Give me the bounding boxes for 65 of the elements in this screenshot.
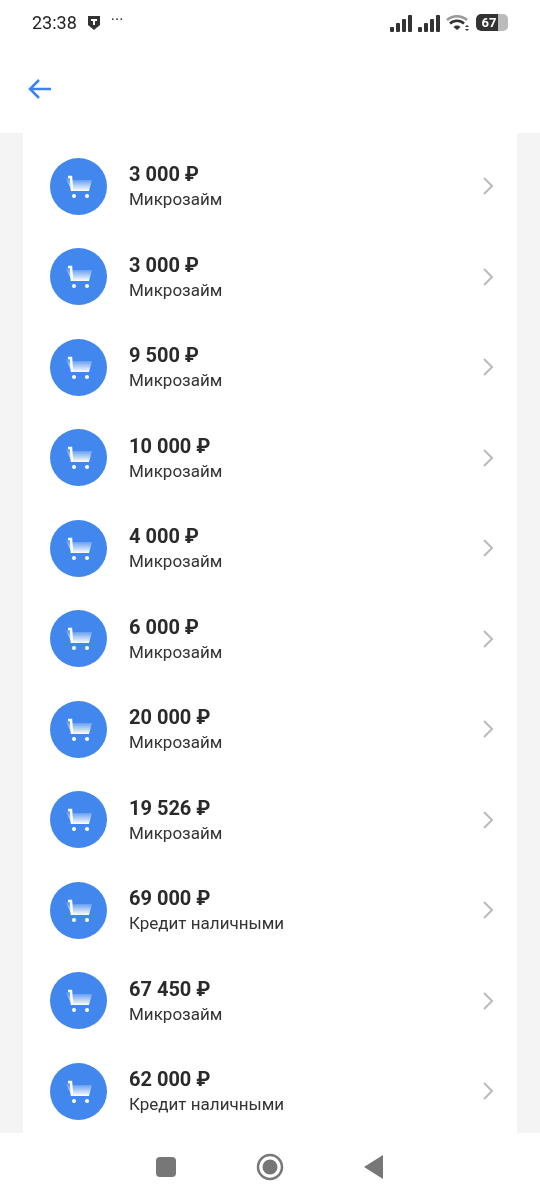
loan-amount: 10 000 ₽ [129,432,212,459]
cart-icon [50,429,107,487]
loan-amount: 6 000 ₽ [129,613,200,640]
cart-icon [50,700,107,758]
cart-icon [50,519,107,577]
loan-amount: 69 000 ₽ [129,885,212,912]
loan-type: Микрозайм [129,369,224,393]
cart-icon [50,972,107,1030]
status-time: 23:38 [32,11,77,35]
chevron-right-icon [483,901,493,920]
loan-amount: 3 000 ₽ [129,161,200,188]
cart-icon [50,248,107,306]
chevron-right-icon [483,810,493,829]
shield-icon [86,14,101,31]
loan-type: Микрозайм [129,550,224,574]
loan-row[interactable]: 19 526 ₽ Микрозайм [23,774,517,865]
cart-icon [50,157,107,215]
loan-amount: 20 000 ₽ [129,704,212,731]
cart-icon [50,881,107,939]
chevron-right-icon [483,539,493,558]
loan-type: Микрозайм [129,640,224,664]
loan-type: Микрозайм [129,459,224,483]
loan-type: Микрозайм [129,1002,224,1026]
loan-row[interactable]: 67 450 ₽ Микрозайм [23,955,517,1046]
loan-row[interactable]: 20 000 ₽ Микрозайм [23,684,517,775]
chevron-right-icon [483,358,493,377]
loan-amount: 9 500 ₽ [129,342,200,369]
cart-icon [50,791,107,849]
loan-row[interactable]: 3 000 ₽ Микрозайм [23,231,517,322]
chevron-right-icon [483,267,493,286]
signal-icon [418,13,440,32]
loan-row[interactable]: 4 000 ₽ Микрозайм [23,503,517,594]
signal-icon [390,13,412,32]
chevron-right-icon [483,177,493,196]
loan-amount: 62 000 ₽ [129,1066,212,1093]
battery-level: 67 [480,16,497,29]
chevron-right-icon [483,629,493,648]
loan-row[interactable]: 10 000 ₽ Микрозайм [23,412,517,503]
loan-type: Микрозайм [129,278,224,302]
cart-icon [50,610,107,668]
loan-type: Микрозайм [129,821,224,845]
cart-icon [50,1062,107,1120]
wifi-icon [446,13,470,32]
loan-type: Кредит наличными [129,1093,286,1117]
chevron-right-icon [483,991,493,1010]
chevron-right-icon [483,720,493,739]
loan-row[interactable]: 62 000 ₽ Кредит наличными [23,1046,517,1133]
loan-row[interactable]: 9 500 ₽ Микрозайм [23,322,517,413]
loan-amount: 67 450 ₽ [129,975,212,1002]
loan-type: Кредит наличными [129,912,286,936]
loan-type: Микрозайм [129,188,224,212]
loan-amount: 3 000 ₽ [129,251,200,278]
cart-icon [50,338,107,396]
loan-type: Микрозайм [129,731,224,755]
loan-row[interactable]: 6 000 ₽ Микрозайм [23,593,517,684]
recents-icon[interactable] [156,1156,176,1177]
home-icon[interactable] [256,1152,284,1181]
status-more: ··· [110,11,124,28]
chevron-right-icon [483,448,493,467]
loan-row[interactable]: 3 000 ₽ Микрозайм [23,141,517,232]
loan-amount: 19 526 ₽ [129,794,212,821]
loan-row[interactable]: 69 000 ₽ Кредит наличными [23,865,517,956]
chevron-right-icon [483,1082,493,1101]
loan-amount: 4 000 ₽ [129,523,200,550]
back-icon[interactable] [364,1154,384,1179]
